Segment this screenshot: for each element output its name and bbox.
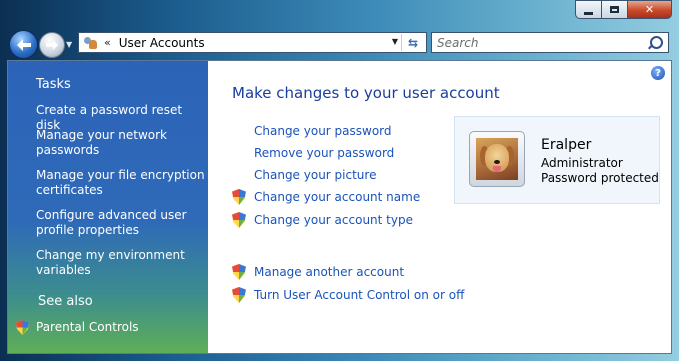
search-input[interactable]: Search xyxy=(431,32,669,53)
address-bar[interactable]: « User Accounts ▼ xyxy=(78,32,427,53)
close-icon: ✕ xyxy=(644,3,655,16)
address-text[interactable]: User Accounts xyxy=(119,36,205,50)
link-change-picture[interactable]: Change your picture xyxy=(254,168,376,182)
user-accounts-icon xyxy=(83,36,99,50)
forward-button[interactable] xyxy=(39,32,65,58)
sidebar-link-network-passwords[interactable]: Manage your network passwords xyxy=(36,128,206,158)
sidebar-link-environment-variables[interactable]: Change my environment variables xyxy=(36,248,206,278)
user-name: Eralper xyxy=(541,137,592,153)
address-chevron[interactable]: « xyxy=(104,36,111,49)
link-turn-uac-on-off[interactable]: Turn User Account Control on or off xyxy=(254,288,464,302)
caption-buttons: ✕ xyxy=(575,0,672,19)
address-dropdown-icon[interactable]: ▼ xyxy=(392,37,398,46)
help-icon[interactable]: ? xyxy=(651,66,665,80)
user-card: Eralper Administrator Password protected xyxy=(454,116,660,204)
link-change-account-name[interactable]: Change your account name xyxy=(254,190,420,204)
search-placeholder: Search xyxy=(437,36,479,50)
uac-shield-icon xyxy=(232,212,246,231)
page-title: Make changes to your user account xyxy=(232,84,500,102)
uac-shield-icon xyxy=(232,189,246,208)
link-manage-another-account[interactable]: Manage another account xyxy=(254,265,404,279)
minimize-icon xyxy=(584,11,593,15)
link-change-account-type[interactable]: Change your account type xyxy=(254,213,413,227)
close-button[interactable]: ✕ xyxy=(628,0,672,19)
window-frame: ✕ ▼ « User Accounts ▼ ⇆ Search Tasks Cre… xyxy=(0,0,679,361)
forward-arrow-icon xyxy=(46,39,58,51)
maximize-icon xyxy=(610,6,619,13)
dog-picture-icon xyxy=(476,138,518,180)
link-change-password[interactable]: Change your password xyxy=(254,124,392,138)
refresh-button[interactable]: ⇆ xyxy=(401,34,424,51)
link-remove-password[interactable]: Remove your password xyxy=(254,146,394,160)
avatar[interactable] xyxy=(469,131,525,187)
content-area: Tasks Create a password reset disk Manag… xyxy=(7,60,672,354)
recent-pages-dropdown[interactable]: ▼ xyxy=(66,40,72,49)
see-also-heading: See also xyxy=(38,294,93,309)
refresh-icon: ⇆ xyxy=(407,35,419,50)
sidebar: Tasks Create a password reset disk Manag… xyxy=(8,61,208,353)
maximize-button[interactable] xyxy=(602,0,628,19)
search-icon[interactable] xyxy=(650,36,663,49)
parental-controls-shield-icon xyxy=(16,320,29,338)
user-role: Administrator xyxy=(541,156,623,170)
user-status: Password protected xyxy=(541,171,659,185)
sidebar-link-profile-properties[interactable]: Configure advanced user profile properti… xyxy=(36,208,206,238)
tasks-heading: Tasks xyxy=(36,77,71,92)
main-panel: ? Make changes to your user account Chan… xyxy=(208,61,671,353)
uac-shield-icon xyxy=(232,287,246,306)
sidebar-link-encryption-certificates[interactable]: Manage your file encryption certificates xyxy=(36,168,206,198)
sidebar-link-parental-controls[interactable]: Parental Controls xyxy=(36,320,206,335)
back-button[interactable] xyxy=(9,30,38,59)
back-arrow-icon xyxy=(16,38,31,51)
minimize-button[interactable] xyxy=(575,0,602,19)
uac-shield-icon xyxy=(232,264,246,283)
